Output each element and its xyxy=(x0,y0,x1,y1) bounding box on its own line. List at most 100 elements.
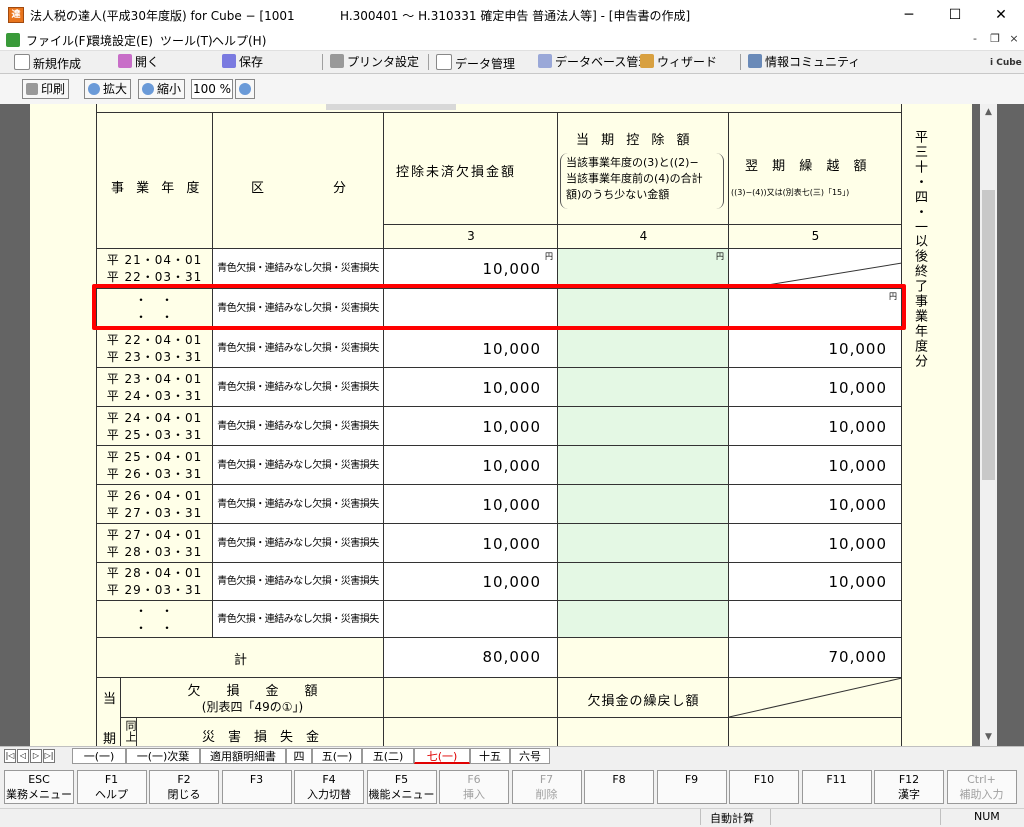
print-button[interactable]: 印刷 xyxy=(22,79,70,99)
function-key-8[interactable]: F7 削除 xyxy=(511,770,582,804)
carryforward-cell[interactable]: 10,000 xyxy=(729,524,902,563)
function-key-11[interactable]: F10 xyxy=(729,770,799,804)
mdi-restore-button[interactable]: ❐ xyxy=(986,31,1004,47)
mdi-minimize-button[interactable]: - xyxy=(966,31,984,47)
kubun-cell[interactable]: 青色欠損・連結みなし欠損・災害損失 xyxy=(213,407,384,446)
menu-help[interactable]: ヘルプ(H) xyxy=(212,32,266,49)
period-cell[interactable]: 平 24・04・01 平 25・03・31 xyxy=(97,407,213,446)
scroll-thumb[interactable] xyxy=(982,190,995,480)
sheet-tab[interactable]: 七(一) xyxy=(414,748,470,764)
zoom-select-button[interactable] xyxy=(235,79,255,99)
kubun-cell[interactable]: 青色欠損・連結みなし欠損・災害損失 xyxy=(213,563,384,601)
kubun-cell[interactable]: 青色欠損・連結みなし欠損・災害損失 xyxy=(213,446,384,485)
zoom-out-button[interactable]: 縮小 xyxy=(138,79,186,99)
function-key-2[interactable]: F1 ヘルプ xyxy=(76,770,147,804)
current-deduction-cell[interactable] xyxy=(558,407,729,446)
carryforward-cell[interactable]: 10,000 xyxy=(729,368,902,407)
app-icon[interactable]: 達 xyxy=(8,7,24,23)
doc-icon[interactable] xyxy=(6,33,20,47)
function-key-12[interactable]: F11 xyxy=(801,770,872,804)
total-col3-cell[interactable]: 80,000 xyxy=(384,638,558,678)
current-deduction-cell[interactable]: 円 xyxy=(558,249,729,289)
current-deduction-cell[interactable] xyxy=(558,368,729,407)
uncleared-deficit-cell[interactable]: 10,000 xyxy=(384,329,558,368)
function-key-1[interactable]: ESC 業務メニュー xyxy=(4,770,74,804)
sheet-tab[interactable]: 五(一) xyxy=(312,748,362,764)
minimize-button[interactable]: ─ xyxy=(886,0,932,30)
uncleared-deficit-cell[interactable]: 10,000 xyxy=(384,485,558,524)
uncleared-deficit-cell[interactable]: 円 10,000 xyxy=(384,249,558,289)
carryforward-cell[interactable]: 10,000 xyxy=(729,407,902,446)
sheet-tab[interactable]: 適用額明細書 xyxy=(200,748,286,764)
function-key-9[interactable]: F8 xyxy=(584,770,654,804)
save-button[interactable]: 保存 xyxy=(222,54,263,70)
period-cell[interactable]: 平 23・04・01 平 24・03・31 xyxy=(97,368,213,407)
printer-settings-button[interactable]: プリンタ設定 xyxy=(330,54,419,70)
carryforward-cell[interactable]: 10,000 xyxy=(729,446,902,485)
carryforward-cell[interactable] xyxy=(729,601,902,638)
scroll-down-icon[interactable]: ▼ xyxy=(980,729,997,746)
menu-settings[interactable]: 環境設定(E) xyxy=(88,32,153,49)
function-key-7[interactable]: F6 挿入 xyxy=(439,770,509,804)
total-col5-cell[interactable]: 70,000 xyxy=(729,638,902,678)
current-deduction-cell[interactable] xyxy=(558,563,729,601)
current-deduction-cell[interactable] xyxy=(558,329,729,368)
zoom-in-button[interactable]: 拡大 xyxy=(84,79,132,99)
carryforward-cell[interactable]: 10,000 xyxy=(729,485,902,524)
kubun-cell[interactable]: 青色欠損・連結みなし欠損・災害損失 xyxy=(213,249,384,289)
current-deduction-cell[interactable] xyxy=(558,485,729,524)
sheet-nav-button[interactable]: ▷ xyxy=(30,749,42,763)
menu-tools[interactable]: ツール(T) xyxy=(160,32,213,49)
close-button[interactable]: ✕ xyxy=(978,0,1024,30)
period-cell[interactable]: 平 21・04・01 平 22・03・31 xyxy=(97,249,213,289)
wizard-button[interactable]: ウィザード xyxy=(640,54,717,70)
kubun-cell[interactable]: 青色欠損・連結みなし欠損・災害損失 xyxy=(213,485,384,524)
kubun-cell[interactable]: 青色欠損・連結みなし欠損・災害損失 xyxy=(213,601,384,638)
open-button[interactable]: 開く xyxy=(118,54,159,70)
uncleared-deficit-cell[interactable]: 10,000 xyxy=(384,563,558,601)
mdi-close-button[interactable]: × xyxy=(1005,31,1023,47)
carryforward-cell[interactable]: 10,000 xyxy=(729,329,902,368)
period-cell[interactable]: 平 25・04・01 平 26・03・31 xyxy=(97,446,213,485)
period-cell[interactable]: 平 27・04・01 平 28・03・31 xyxy=(97,524,213,563)
carryforward-cell[interactable]: 10,000 xyxy=(729,563,902,601)
period-cell[interactable]: 平 22・04・01 平 23・03・31 xyxy=(97,329,213,368)
uncleared-deficit-cell[interactable]: 10,000 xyxy=(384,524,558,563)
function-key-13[interactable]: F12 漢字 xyxy=(874,770,944,804)
sheet-tab[interactable]: 十五 xyxy=(470,748,510,764)
sheet-tab[interactable]: 一(一)次葉 xyxy=(126,748,200,764)
kubun-cell[interactable]: 青色欠損・連結みなし欠損・災害損失 xyxy=(213,329,384,368)
function-key-14[interactable]: Ctrl+ 補助入力 xyxy=(946,770,1017,804)
uncleared-deficit-cell[interactable] xyxy=(384,601,558,638)
zoom-level-input[interactable]: 100 % xyxy=(191,79,233,99)
current-deduction-cell[interactable] xyxy=(558,601,729,638)
deficit-amount-cell[interactable] xyxy=(384,678,558,718)
disaster-loss-cell[interactable] xyxy=(384,718,558,746)
sheet-tab[interactable]: 六号 xyxy=(510,748,550,764)
function-key-5[interactable]: F4 入力切替 xyxy=(294,770,364,804)
sheet-nav-button[interactable]: ◁ xyxy=(17,749,29,763)
function-key-10[interactable]: F9 xyxy=(656,770,727,804)
function-key-3[interactable]: F2 閉じる xyxy=(149,770,219,804)
current-deduction-cell[interactable] xyxy=(558,524,729,563)
uncleared-deficit-cell[interactable]: 10,000 xyxy=(384,407,558,446)
function-key-4[interactable]: F3 xyxy=(221,770,292,804)
function-key-6[interactable]: F5 機能メニュー xyxy=(366,770,437,804)
current-deduction-cell[interactable] xyxy=(558,446,729,485)
sheet-nav-button[interactable]: |◁ xyxy=(4,749,16,763)
period-cell[interactable]: ・ ・・ ・ xyxy=(97,601,213,638)
new-button[interactable]: 新規作成 xyxy=(14,54,81,71)
community-button[interactable]: 情報コミュニティ xyxy=(748,54,860,70)
sheet-tab[interactable]: 四 xyxy=(286,748,312,764)
sheet-tab[interactable]: 一(一) xyxy=(72,748,126,764)
database-management-button[interactable]: データベース管理 xyxy=(538,54,650,70)
data-management-button[interactable]: データ管理 xyxy=(436,54,515,71)
scroll-up-icon[interactable]: ▲ xyxy=(980,104,997,121)
period-cell[interactable]: 平 28・04・01 平 29・03・31 xyxy=(97,563,213,601)
kubun-cell[interactable]: 青色欠損・連結みなし欠損・災害損失 xyxy=(213,368,384,407)
menu-file[interactable]: ファイル(F) xyxy=(26,32,90,49)
uncleared-deficit-cell[interactable]: 10,000 xyxy=(384,446,558,485)
kubun-cell[interactable]: 青色欠損・連結みなし欠損・災害損失 xyxy=(213,524,384,563)
sheet-tab[interactable]: 五(二) xyxy=(362,748,414,764)
maximize-button[interactable]: ☐ xyxy=(932,0,978,30)
